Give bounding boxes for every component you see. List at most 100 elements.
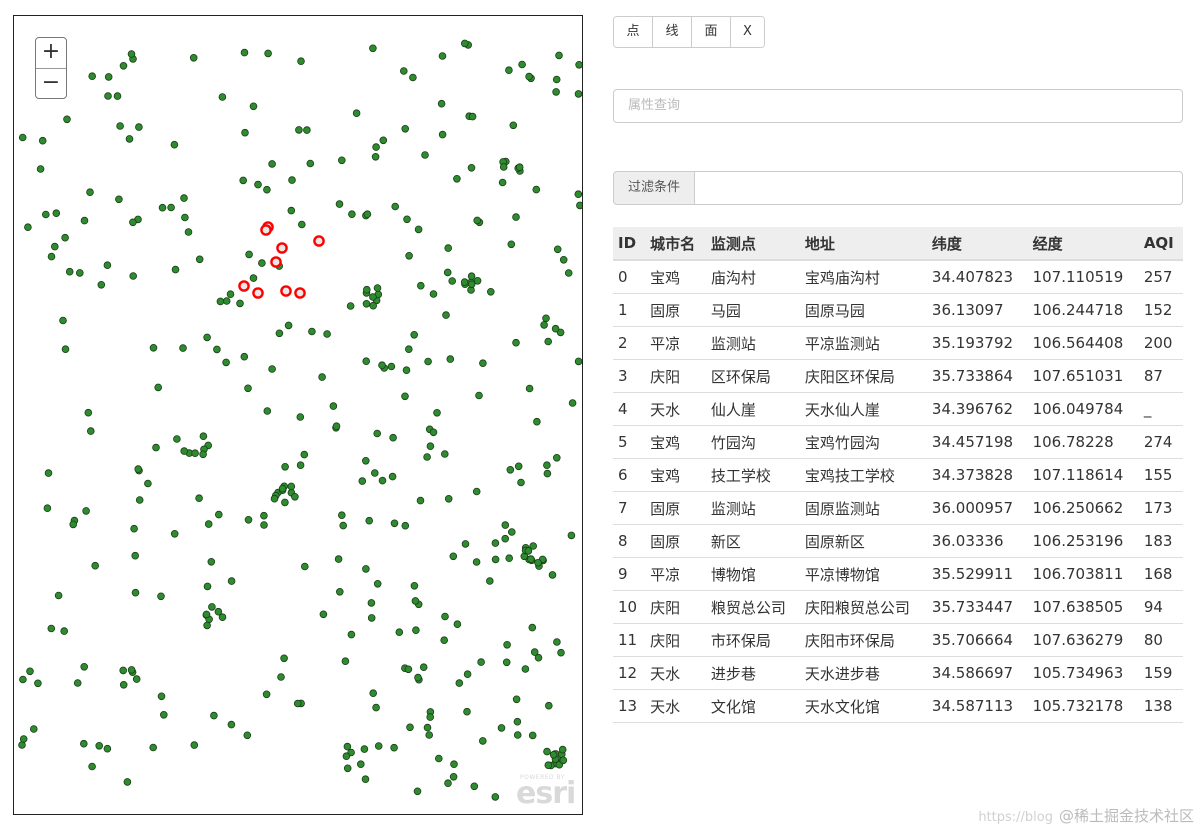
monitoring-point-marker[interactable] bbox=[552, 88, 560, 96]
monitoring-point-marker[interactable] bbox=[388, 472, 397, 481]
monitoring-point-marker[interactable] bbox=[517, 478, 525, 487]
monitoring-point-marker[interactable] bbox=[440, 636, 449, 644]
monitoring-point-marker[interactable] bbox=[540, 321, 548, 329]
selected-point-marker[interactable] bbox=[238, 280, 250, 292]
monitoring-point-marker[interactable] bbox=[509, 121, 518, 130]
monitoring-point-marker[interactable] bbox=[277, 673, 285, 681]
monitoring-point-marker[interactable] bbox=[461, 540, 470, 548]
monitoring-point-marker[interactable] bbox=[260, 511, 268, 520]
monitoring-point-marker[interactable] bbox=[402, 366, 411, 375]
monitoring-point-marker[interactable] bbox=[268, 365, 276, 373]
monitoring-point-marker[interactable] bbox=[210, 711, 218, 720]
monitoring-point-marker[interactable] bbox=[167, 203, 175, 212]
monitoring-point-marker[interactable] bbox=[491, 539, 500, 547]
monitoring-point-marker[interactable] bbox=[119, 61, 128, 70]
draw-point-button[interactable]: 点 bbox=[614, 17, 653, 47]
monitoring-point-marker[interactable] bbox=[270, 494, 279, 503]
map-canvas[interactable] bbox=[14, 16, 582, 814]
table-row[interactable]: 2 平凉 监测站 平凉监测站 35.193792 106.564408 200 bbox=[613, 326, 1183, 360]
monitoring-point-marker[interactable] bbox=[352, 109, 361, 117]
monitoring-point-marker[interactable] bbox=[281, 498, 289, 507]
monitoring-point-marker[interactable] bbox=[335, 587, 344, 596]
monitoring-point-marker[interactable] bbox=[460, 39, 469, 48]
monitoring-point-marker[interactable] bbox=[521, 665, 530, 673]
monitoring-point-marker[interactable] bbox=[491, 555, 500, 564]
monitoring-point-marker[interactable] bbox=[373, 429, 382, 438]
monitoring-point-marker[interactable] bbox=[502, 658, 511, 667]
monitoring-point-marker[interactable] bbox=[472, 558, 481, 566]
monitoring-point-marker[interactable] bbox=[497, 724, 506, 732]
monitoring-point-marker[interactable] bbox=[207, 557, 216, 566]
monitoring-point-marker[interactable] bbox=[372, 143, 380, 151]
monitoring-point-marker[interactable] bbox=[507, 528, 516, 536]
monitoring-point-marker[interactable] bbox=[59, 316, 67, 325]
monitoring-point-marker[interactable] bbox=[544, 701, 553, 710]
monitoring-point-marker[interactable] bbox=[295, 126, 303, 134]
monitoring-point-marker[interactable] bbox=[171, 265, 180, 274]
monitoring-point-marker[interactable] bbox=[401, 125, 410, 133]
monitoring-point-marker[interactable] bbox=[485, 577, 494, 585]
monitoring-point-marker[interactable] bbox=[414, 225, 423, 234]
monitoring-point-marker[interactable] bbox=[38, 136, 47, 145]
monitoring-point-marker[interactable] bbox=[300, 562, 309, 571]
monitoring-point-marker[interactable] bbox=[149, 343, 158, 352]
monitoring-point-marker[interactable] bbox=[127, 666, 136, 674]
monitoring-point-marker[interactable] bbox=[410, 330, 419, 339]
monitoring-point-marker[interactable] bbox=[343, 742, 352, 751]
selected-point-marker[interactable] bbox=[280, 285, 292, 297]
monitoring-point-marker[interactable] bbox=[401, 521, 410, 530]
monitoring-point-marker[interactable] bbox=[263, 407, 272, 415]
monitoring-point-marker[interactable] bbox=[410, 581, 419, 590]
monitoring-point-marker[interactable] bbox=[34, 679, 42, 688]
monitoring-point-marker[interactable] bbox=[362, 285, 371, 294]
monitoring-point-marker[interactable] bbox=[131, 551, 139, 560]
monitoring-point-marker[interactable] bbox=[421, 151, 429, 159]
monitoring-point-marker[interactable] bbox=[533, 417, 541, 426]
monitoring-point-marker[interactable] bbox=[268, 160, 276, 168]
monitoring-point-marker[interactable] bbox=[524, 547, 533, 555]
monitoring-point-marker[interactable] bbox=[86, 188, 94, 197]
monitoring-point-marker[interactable] bbox=[416, 496, 425, 505]
filter-input[interactable] bbox=[695, 171, 1183, 205]
monitoring-point-marker[interactable] bbox=[532, 185, 541, 194]
monitoring-point-marker[interactable] bbox=[390, 519, 399, 528]
monitoring-point-marker[interactable] bbox=[512, 338, 520, 347]
monitoring-point-marker[interactable] bbox=[362, 357, 371, 366]
monitoring-point-marker[interactable] bbox=[76, 269, 84, 277]
monitoring-point-marker[interactable] bbox=[65, 267, 74, 276]
monitoring-point-marker[interactable] bbox=[214, 607, 223, 616]
monitoring-point-marker[interactable] bbox=[346, 302, 355, 310]
monitoring-point-marker[interactable] bbox=[403, 215, 411, 224]
monitoring-point-marker[interactable] bbox=[191, 449, 199, 458]
monitoring-point-marker[interactable] bbox=[180, 194, 188, 202]
monitoring-point-marker[interactable] bbox=[91, 561, 99, 570]
monitoring-point-marker[interactable] bbox=[470, 782, 479, 791]
monitoring-point-marker[interactable] bbox=[281, 462, 289, 471]
monitoring-point-marker[interactable] bbox=[262, 690, 271, 699]
monitoring-point-marker[interactable] bbox=[414, 673, 422, 682]
monitoring-point-marker[interactable] bbox=[367, 614, 376, 622]
table-row[interactable]: 7 固原 监测站 固原监测站 36.000957 106.250662 173 bbox=[613, 491, 1183, 525]
monitoring-point-marker[interactable] bbox=[370, 469, 379, 477]
monitoring-point-marker[interactable] bbox=[41, 210, 50, 219]
monitoring-point-marker[interactable] bbox=[300, 450, 309, 459]
monitoring-point-marker[interactable] bbox=[373, 579, 382, 588]
monitoring-point-marker[interactable] bbox=[103, 744, 112, 753]
monitoring-point-marker[interactable] bbox=[241, 128, 249, 137]
table-row[interactable]: 9 平凉 博物馆 平凉博物馆 35.529911 106.703811 168 bbox=[613, 557, 1183, 591]
monitoring-point-marker[interactable] bbox=[222, 358, 230, 367]
monitoring-point-marker[interactable] bbox=[291, 492, 299, 501]
monitoring-point-marker[interactable] bbox=[527, 555, 535, 563]
monitoring-point-marker[interactable] bbox=[195, 494, 203, 503]
monitoring-point-marker[interactable] bbox=[514, 462, 523, 471]
table-row[interactable]: 12 天水 进步巷 天水进步巷 34.586697 105.734963 159 bbox=[613, 656, 1183, 690]
monitoring-point-marker[interactable] bbox=[542, 314, 550, 323]
monitoring-point-marker[interactable] bbox=[135, 123, 143, 131]
draw-polygon-button[interactable]: 面 bbox=[692, 17, 731, 47]
monitoring-point-marker[interactable] bbox=[203, 621, 211, 630]
monitoring-point-marker[interactable] bbox=[284, 321, 293, 330]
zoom-in-button[interactable]: + bbox=[36, 38, 66, 69]
monitoring-point-marker[interactable] bbox=[287, 482, 296, 491]
monitoring-point-marker[interactable] bbox=[453, 175, 461, 183]
monitoring-point-marker[interactable] bbox=[475, 391, 483, 400]
